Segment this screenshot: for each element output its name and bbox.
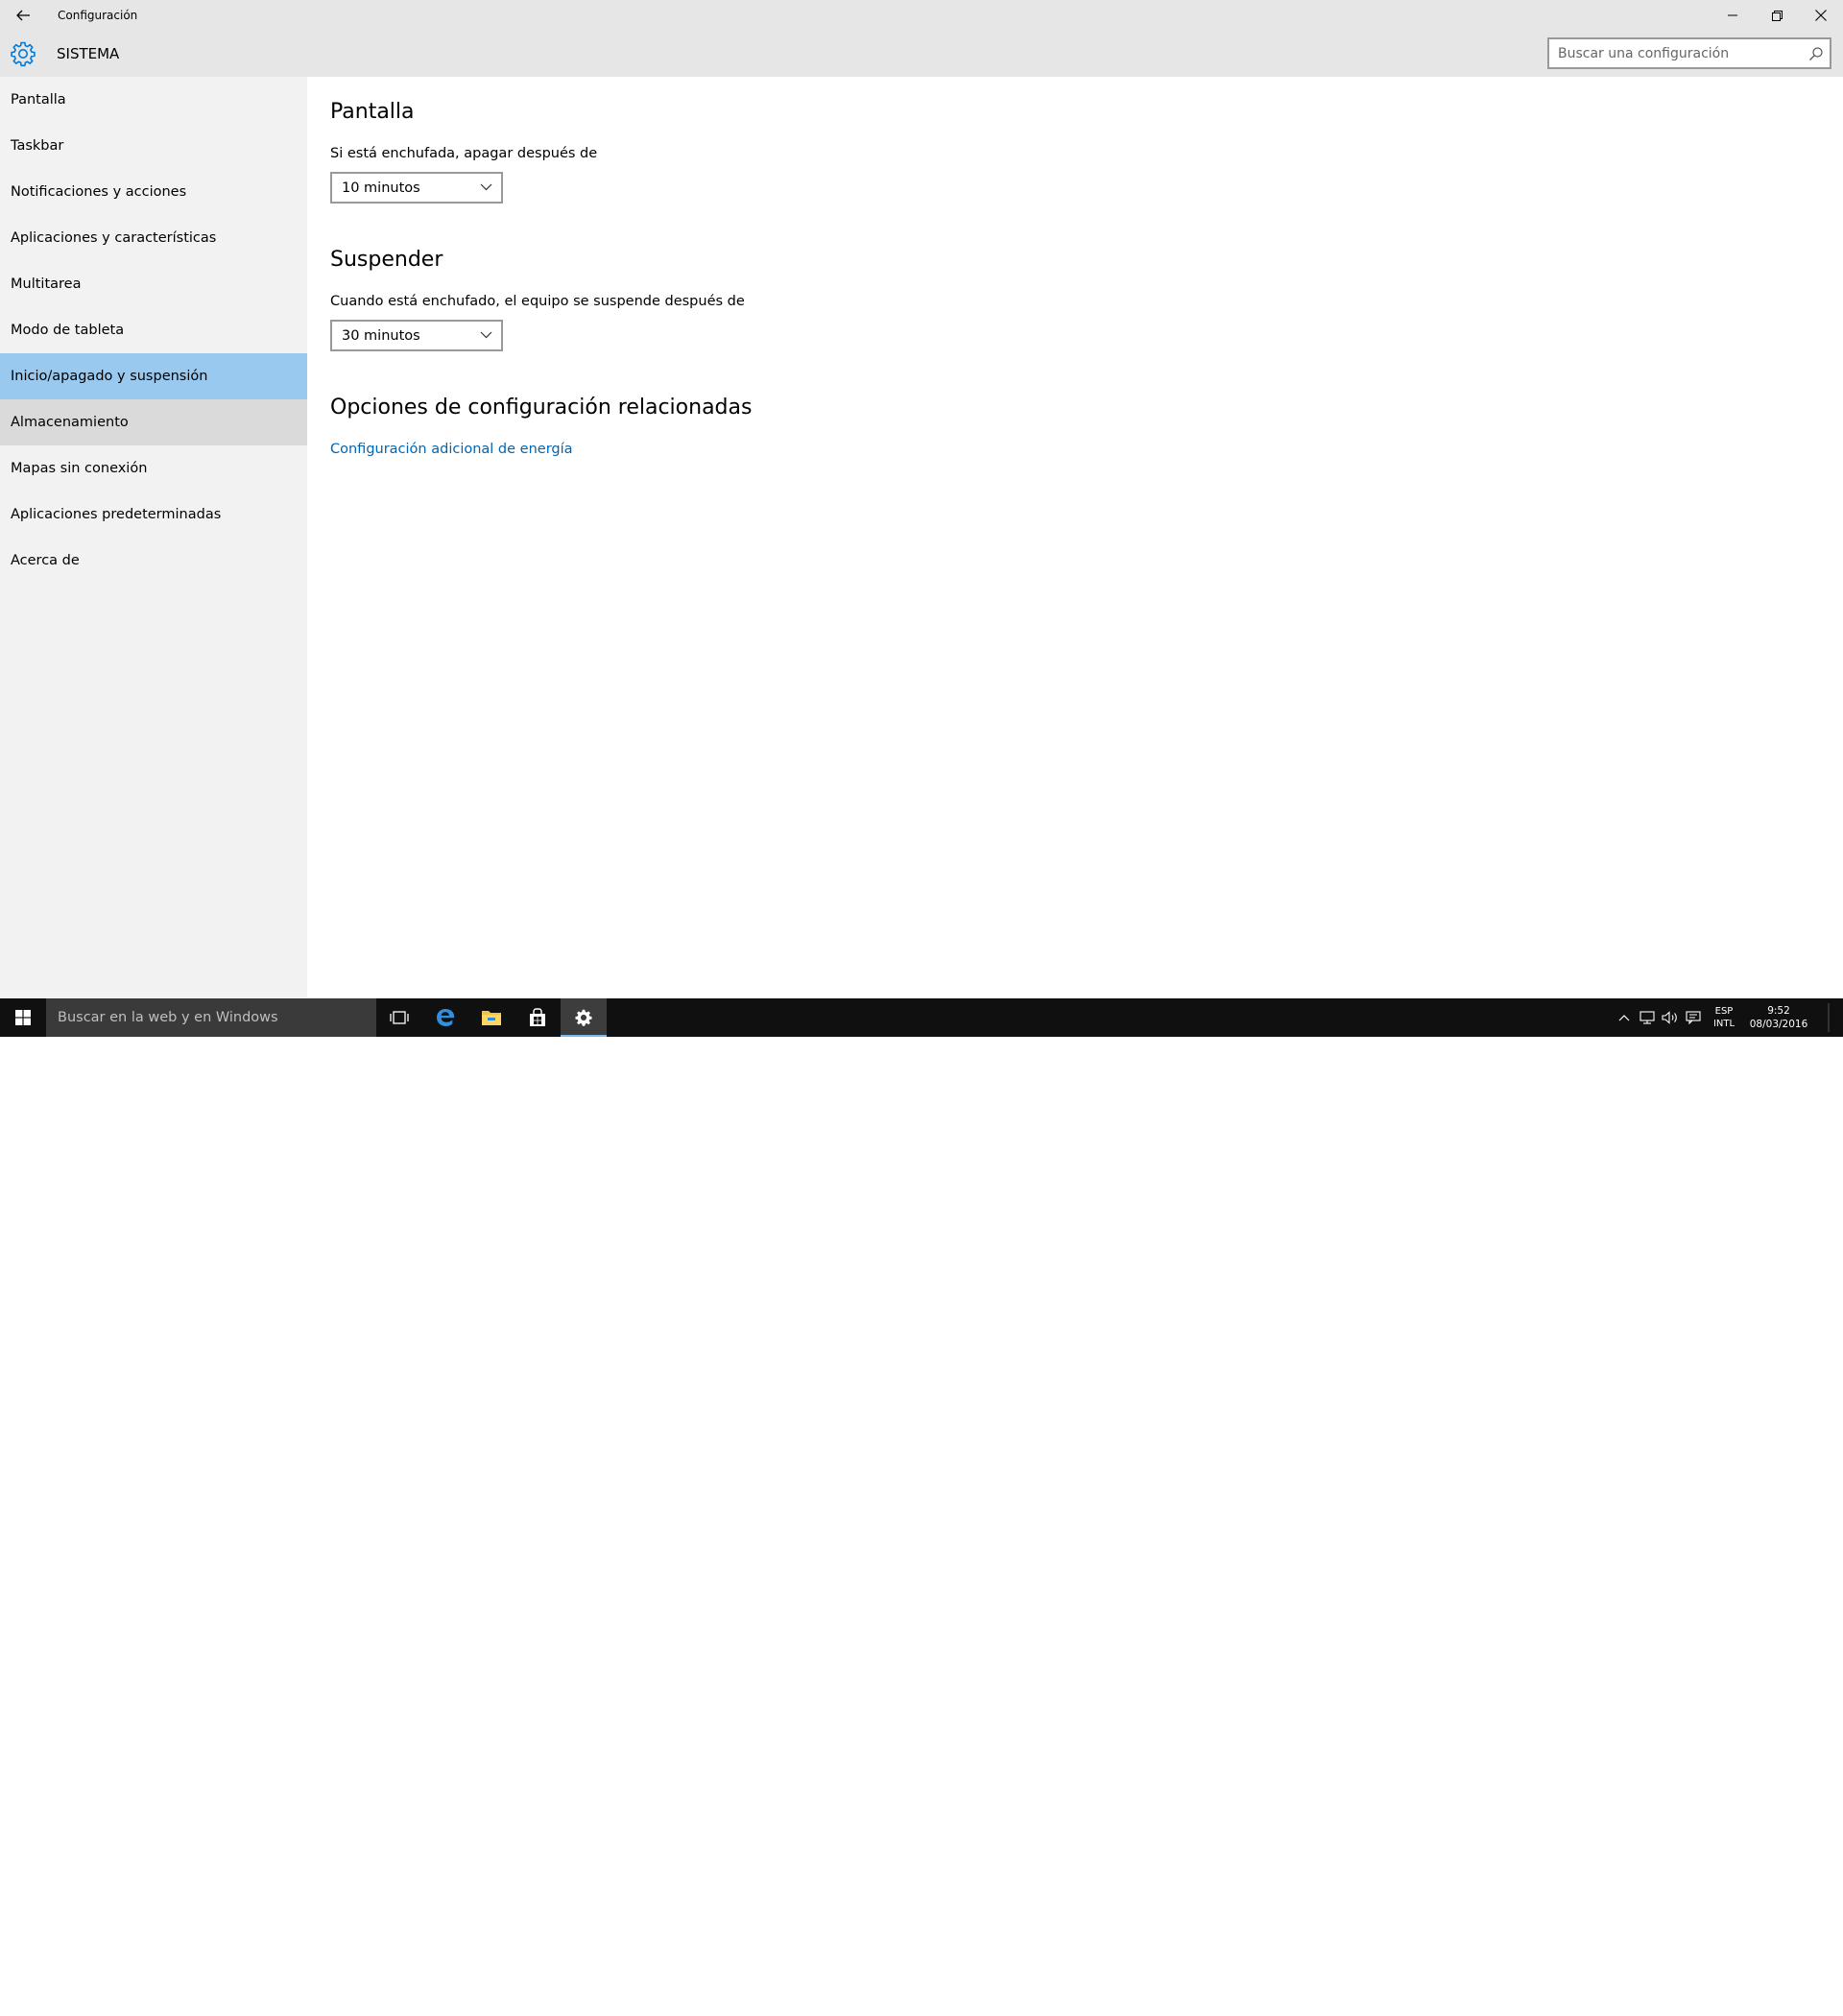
sidebar-item-aplicaciones[interactable]: Aplicaciones y características — [0, 215, 307, 261]
sidebar: Pantalla Taskbar Notificaciones y accion… — [0, 77, 307, 997]
file-explorer-icon — [482, 1011, 501, 1025]
back-arrow-icon — [16, 10, 30, 21]
screen-timeout-label: Si está enchufada, apagar después de — [330, 146, 598, 161]
show-hidden-icons-button[interactable] — [1613, 998, 1636, 1037]
sidebar-item-taskbar[interactable]: Taskbar — [0, 123, 307, 169]
sidebar-item-modo-tableta[interactable]: Modo de tableta — [0, 307, 307, 353]
search-icon[interactable] — [1808, 46, 1824, 61]
task-view-icon — [390, 1011, 409, 1024]
sidebar-item-aplicaciones-predeterminadas[interactable]: Aplicaciones predeterminadas — [0, 492, 307, 538]
message-icon — [1686, 1011, 1701, 1024]
volume-icon — [1662, 1011, 1677, 1024]
file-explorer-button[interactable] — [468, 998, 515, 1037]
screen-timeout-value: 10 minutos — [342, 180, 420, 196]
sidebar-item-label: Multitarea — [11, 276, 82, 292]
chevron-up-icon — [1618, 1015, 1630, 1021]
taskbar-search-box[interactable] — [46, 998, 376, 1037]
clock[interactable]: 9:52 08/03/2016 — [1743, 1004, 1814, 1031]
title-bar: Configuración — [0, 0, 1843, 31]
edge-icon — [437, 1009, 455, 1026]
watermark-text: The Collection Book — [1605, 1995, 1791, 2016]
settings-icon — [575, 1009, 592, 1026]
related-settings-heading: Opciones de configuración relacionadas — [330, 396, 753, 420]
windows-logo-icon — [15, 1010, 31, 1025]
input-indicator-button[interactable] — [1682, 998, 1705, 1037]
show-desktop-button[interactable] — [1814, 998, 1843, 1037]
screen-timeout-dropdown[interactable]: 10 minutos — [330, 172, 503, 204]
sidebar-item-label: Almacenamiento — [11, 415, 129, 430]
sidebar-item-notificaciones[interactable]: Notificaciones y acciones — [0, 169, 307, 215]
language-indicator[interactable]: ESP INTL — [1705, 1005, 1743, 1030]
sidebar-item-label: Inicio/apagado y suspensión — [11, 369, 208, 384]
sidebar-item-label: Notificaciones y acciones — [11, 184, 187, 200]
sidebar-item-label: Modo de tableta — [11, 323, 125, 338]
sidebar-item-label: Pantalla — [11, 92, 66, 108]
restore-button[interactable] — [1755, 0, 1799, 31]
close-button[interactable] — [1799, 0, 1843, 31]
sidebar-item-label: Taskbar — [11, 138, 64, 154]
section-title: SISTEMA — [57, 45, 120, 62]
sleep-heading: Suspender — [330, 248, 443, 272]
sidebar-item-label: Mapas sin conexión — [11, 461, 148, 476]
sidebar-item-label: Acerca de — [11, 553, 80, 568]
taskbar-search-input[interactable] — [46, 998, 376, 1037]
sleep-timeout-dropdown[interactable]: 30 minutos — [330, 320, 503, 351]
minimize-button[interactable] — [1711, 0, 1755, 31]
back-button[interactable] — [0, 0, 46, 31]
gear-icon — [11, 41, 36, 67]
edge-button[interactable] — [422, 998, 468, 1037]
network-icon — [1640, 1011, 1655, 1024]
sidebar-item-acerca-de[interactable]: Acerca de — [0, 538, 307, 584]
task-view-button[interactable] — [376, 998, 422, 1037]
network-button[interactable] — [1636, 998, 1659, 1037]
restore-icon — [1771, 10, 1783, 21]
volume-button[interactable] — [1659, 998, 1682, 1037]
show-desktop-icon — [1828, 1003, 1830, 1032]
sidebar-item-inicio-apagado[interactable]: Inicio/apagado y suspensión — [0, 353, 307, 399]
chevron-down-icon — [480, 183, 492, 191]
clock-time: 9:52 — [1767, 1005, 1790, 1017]
sidebar-item-label: Aplicaciones y características — [11, 230, 217, 246]
sleep-timeout-label: Cuando está enchufado, el equipo se susp… — [330, 294, 745, 309]
window-title: Configuración — [58, 9, 138, 22]
system-tray: ESP INTL 9:52 08/03/2016 — [1613, 998, 1843, 1037]
sidebar-item-pantalla[interactable]: Pantalla — [0, 77, 307, 123]
sleep-timeout-value: 30 minutos — [342, 327, 420, 344]
store-icon — [530, 1008, 545, 1026]
start-button[interactable] — [0, 998, 46, 1037]
store-button[interactable] — [515, 998, 561, 1037]
close-icon — [1815, 10, 1827, 21]
sidebar-item-mapas[interactable]: Mapas sin conexión — [0, 445, 307, 492]
taskbar: The Collection Book — [0, 998, 1843, 2016]
settings-search-input[interactable] — [1549, 39, 1830, 67]
additional-power-settings-link[interactable]: Configuración adicional de energía — [330, 442, 573, 457]
sidebar-item-multitarea[interactable]: Multitarea — [0, 261, 307, 307]
clock-date: 08/03/2016 — [1749, 1019, 1808, 1030]
screen-heading: Pantalla — [330, 100, 415, 124]
sidebar-item-almacenamiento[interactable]: Almacenamiento — [0, 399, 307, 445]
sidebar-item-label: Aplicaciones predeterminadas — [11, 507, 222, 522]
window-controls — [1711, 0, 1843, 31]
keyboard-layout: INTL — [1712, 1019, 1735, 1029]
chevron-down-icon — [480, 331, 492, 339]
minimize-icon — [1728, 14, 1737, 16]
settings-search-box[interactable] — [1547, 37, 1831, 69]
language-code: ESP — [1714, 1006, 1734, 1017]
settings-taskbar-button[interactable] — [561, 998, 607, 1037]
settings-header: SISTEMA — [0, 31, 1843, 77]
